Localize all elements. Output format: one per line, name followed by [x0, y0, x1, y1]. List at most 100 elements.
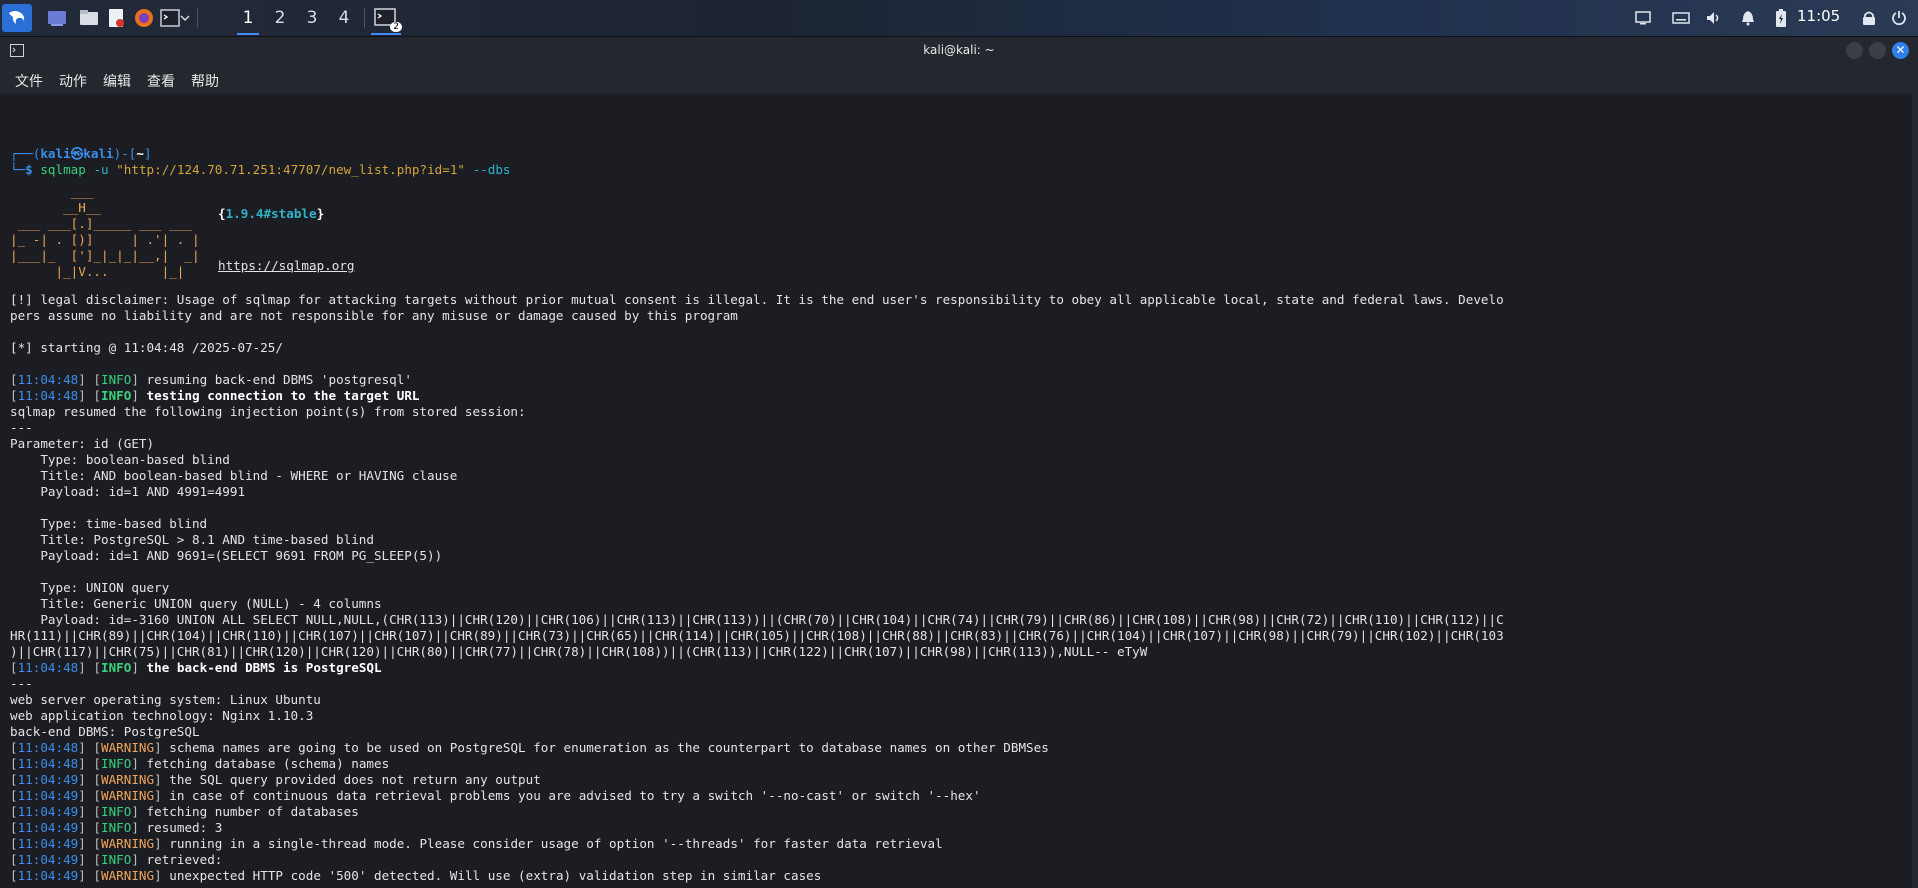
battery-icon[interactable] [1767, 4, 1795, 32]
banner-line: ___ ___[.]_____ ___ ___ [10, 216, 208, 231]
command-url: "http://124.70.71.251:47707/new_list.php… [116, 162, 465, 177]
terminal-task-button[interactable]: 2 [368, 4, 404, 35]
bracket: ] [154, 868, 170, 883]
bracket: ] [131, 804, 147, 819]
bracket: ] [ [78, 372, 102, 387]
close-icon: ✕ [1895, 43, 1906, 57]
log-time: 11:04:49 [17, 836, 79, 851]
bracket: ] [131, 756, 147, 771]
version-line: {1.9.4#stable} [218, 206, 324, 222]
log-message: fetching database (schema) names [146, 756, 390, 771]
injection-detail-line: Title: Generic UNION query (NULL) - 4 co… [10, 596, 382, 611]
bracket: [ [10, 836, 18, 851]
bracket: ] [ [78, 660, 102, 675]
firefox-icon[interactable] [131, 4, 157, 32]
keyboard-icon[interactable] [1667, 4, 1695, 32]
window-count-badge: 2 [390, 22, 402, 32]
injection-detail-line: Payload: id=1 AND 9691=(SELECT 9691 FROM… [10, 548, 443, 563]
banner-line: __H__ [10, 200, 101, 215]
log-message: unexpected HTTP code '500' detected. Wil… [169, 868, 822, 883]
resumed-line: sqlmap resumed the following injection p… [10, 404, 526, 419]
scrollbar[interactable] [1912, 94, 1918, 888]
maximize-button[interactable] [1869, 42, 1886, 59]
lock-icon[interactable] [1855, 4, 1883, 32]
show-desktop-icon[interactable] [44, 4, 70, 32]
injection-detail-line: Payload: id=1 AND 4991=4991 [10, 484, 246, 499]
file-manager-icon[interactable] [76, 4, 102, 32]
bracket: ] [154, 772, 170, 787]
bracket: ] [ [78, 804, 102, 819]
bracket: [ [10, 804, 18, 819]
log-message: the SQL query provided does not return a… [169, 772, 541, 787]
log-level: WARNING [101, 788, 155, 803]
kali-dragon-icon [9, 11, 25, 24]
workspace-4[interactable]: 4 [330, 4, 358, 32]
bracket: ] [131, 852, 147, 867]
injection-detail-line: Payload: id=-3160 UNION ALL SELECT NULL,… [10, 612, 1504, 627]
log-message: schema names are going to be used on Pos… [169, 740, 1049, 755]
log-line: [11:04:49] [WARNING] running in a single… [10, 836, 943, 852]
menu-file[interactable]: 文件 [15, 71, 43, 91]
chevron-down-icon[interactable] [178, 4, 192, 32]
log-time: 11:04:48 [17, 756, 79, 771]
minimize-button[interactable] [1846, 42, 1863, 59]
power-icon[interactable] [1885, 4, 1913, 32]
prompt-open: ┌──( [10, 146, 41, 161]
banner-line: |_ -| . [)] | .'| . | [10, 232, 200, 247]
command-flag: -u [93, 162, 109, 177]
log-level: INFO [101, 660, 132, 675]
info-line: web server operating system: Linux Ubunt… [10, 692, 321, 707]
command-flag: --dbs [472, 162, 511, 177]
banner-line: |___|_ [']_|_|_|__,| _| [10, 248, 200, 263]
injection-detail-line: )||CHR(117)||CHR(75)||CHR(81)||CHR(120)|… [10, 644, 1148, 659]
menubar: 文件 动作 编辑 查看 帮助 [0, 65, 1918, 93]
menu-help[interactable]: 帮助 [191, 71, 219, 91]
taskbar: 1 2 3 4 2 11:05 [0, 0, 1918, 37]
workspace-3[interactable]: 3 [298, 4, 326, 32]
kali-menu-button[interactable] [2, 4, 32, 32]
log-level: WARNING [101, 740, 155, 755]
log-level: INFO [101, 756, 132, 771]
injection-detail-line: Parameter: id (GET) [10, 436, 155, 451]
window-title: kali@kali: ~ [923, 43, 995, 57]
terminal-window: kali@kali: ~ ✕ 文件 动作 编辑 查看 帮助 ┌──(kali㉿k… [0, 37, 1918, 888]
titlebar[interactable]: kali@kali: ~ ✕ [0, 37, 1918, 65]
log-level: INFO [101, 820, 132, 835]
log-level: INFO [101, 388, 132, 403]
bracket: [ [10, 756, 18, 771]
separator [197, 8, 198, 28]
text-editor-icon[interactable] [103, 4, 129, 32]
sqlmap-site-link[interactable]: https://sqlmap.org [218, 258, 354, 274]
menu-edit[interactable]: 编辑 [103, 71, 131, 91]
clock[interactable]: 11:05 [1797, 7, 1840, 25]
workspace-1[interactable]: 1 [234, 4, 262, 35]
bracket: ] [154, 740, 170, 755]
separator [364, 8, 365, 28]
log-message: resuming back-end DBMS 'postgresql' [146, 372, 412, 387]
disclaimer-line: [!] legal disclaimer: Usage of sqlmap fo… [10, 292, 1504, 307]
log-level: INFO [101, 804, 132, 819]
injection-detail-line: Type: UNION query [10, 580, 170, 595]
screen-icon[interactable] [1629, 4, 1657, 32]
bracket: ] [131, 660, 147, 675]
log-level: INFO [101, 852, 132, 867]
terminal-output[interactable]: ┌──(kali㉿kali)-[~] └─$ sqlmap -u "http:/… [0, 94, 1912, 888]
menu-view[interactable]: 查看 [147, 71, 175, 91]
bracket: ] [131, 820, 147, 835]
close-button[interactable]: ✕ [1892, 42, 1909, 59]
prompt-user: kali [40, 146, 71, 161]
log-message: in case of continuous data retrieval pro… [169, 788, 981, 803]
log-line: [11:04:49] [INFO] retrieved: [10, 852, 222, 868]
volume-icon[interactable] [1700, 4, 1728, 32]
log-time: 11:04:48 [17, 372, 79, 387]
dashes-line: --- [10, 676, 33, 691]
brace: { [218, 206, 226, 221]
workspace-2[interactable]: 2 [266, 4, 294, 32]
menu-action[interactable]: 动作 [59, 71, 87, 91]
info-line: web application technology: Nginx 1.10.3 [10, 708, 314, 723]
prompt-end: ] [143, 146, 152, 161]
bell-icon[interactable] [1734, 4, 1762, 32]
log-line: [11:04:48] [INFO] testing connection to … [10, 388, 420, 404]
command-name: sqlmap [40, 162, 86, 177]
prompt-at: ㉿ [70, 146, 84, 161]
